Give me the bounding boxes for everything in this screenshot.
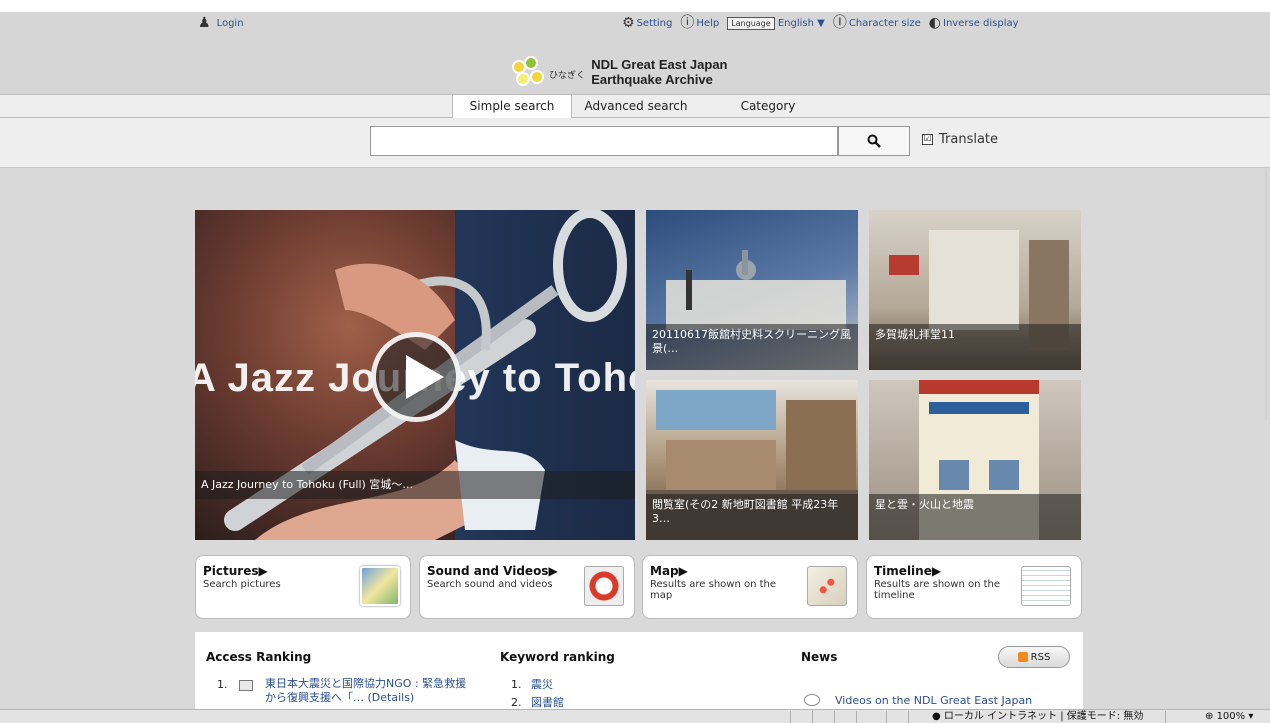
category-pictures[interactable]: Pictures▶ Search pictures	[195, 555, 411, 619]
zoom-icon: ⊕	[1205, 711, 1217, 722]
search-tabs: Simple search Advanced search Category	[0, 94, 1270, 119]
keyword-rank-number-2: 2.	[511, 696, 522, 709]
language-selector[interactable]: Language English ▼	[727, 16, 825, 30]
setting-label: Setting	[636, 17, 673, 29]
status-divider	[1165, 711, 1166, 723]
tab-category[interactable]: Category	[720, 95, 816, 117]
status-cell	[834, 711, 854, 723]
utility-links: ⚙ Setting ⓘ Help Language English ▼ Ⓘ Chara…	[622, 16, 1019, 30]
search-icon	[867, 134, 881, 148]
help-label: Help	[696, 17, 720, 29]
keyword-rank-link-2[interactable]: 図書館	[531, 696, 564, 710]
site-title-line2: Earthquake Archive	[591, 72, 713, 87]
status-cell	[790, 711, 810, 723]
site-title-line1: NDL Great East Japan	[591, 57, 728, 72]
zoom-control[interactable]: ⊕ 100% ▾	[1205, 710, 1253, 723]
search-bar: ☑ Translate	[0, 118, 1270, 168]
rankings-panel: Access Ranking 1. 東日本大震災と国際協力NGO : 緊急救援か…	[195, 632, 1083, 712]
help-icon: ⓘ	[680, 15, 695, 31]
hero-caption[interactable]: A Jazz Journey to Tohoku (Full) 宮城〜…	[195, 471, 635, 499]
status-cell	[812, 711, 832, 723]
category-timeline[interactable]: Timeline▶ Results are shown on the timel…	[866, 555, 1082, 619]
gear-icon: ⚙	[622, 15, 635, 31]
document-icon	[239, 680, 253, 691]
rss-label: RSS	[1030, 651, 1051, 663]
site-logo[interactable]: ひなぎく NDL Great East Japan Earthquake Arc…	[512, 56, 728, 88]
character-size-label: Character size	[848, 17, 921, 29]
user-icon: ♟	[198, 15, 211, 31]
news-link-1[interactable]: Videos on the NDL Great East Japan	[835, 694, 1032, 708]
language-box: Language	[727, 16, 775, 30]
featured-thumb-1[interactable]: 20110617飯舘村史料スクリーニング風景(…	[646, 210, 858, 370]
keyword-rank-link-1[interactable]: 震災	[531, 678, 553, 692]
thumb2-caption: 多賀城礼拝堂11	[869, 324, 1081, 370]
map-icon	[807, 566, 847, 606]
category-map[interactable]: Map▶ Results are shown on the map	[642, 555, 858, 619]
access-rank-number: 1.	[217, 678, 228, 691]
search-input[interactable]	[370, 126, 838, 156]
featured-thumb-4[interactable]: 星と雲・火山と地震	[869, 380, 1081, 540]
help-link[interactable]: ⓘ Help	[680, 16, 719, 30]
featured-thumb-2[interactable]: 多賀城礼拝堂11	[869, 210, 1081, 370]
hinagiku-label: ひなぎく	[549, 70, 586, 81]
translate-label: Translate	[939, 132, 999, 147]
zoom-level: 100%	[1216, 711, 1246, 722]
site-title: NDL Great East Japan Earthquake Archive	[591, 57, 727, 87]
translate-option[interactable]: ☑ Translate	[922, 132, 998, 147]
search-button[interactable]	[838, 126, 910, 156]
speech-bubble-icon	[804, 694, 820, 706]
category-sound-videos[interactable]: Sound and Videos▶ Search sound and video…	[419, 555, 635, 619]
featured-thumb-3[interactable]: 閲覧室(その2 新地町図書館 平成23年3…	[646, 380, 858, 540]
login-label: Login	[216, 17, 244, 29]
setting-link[interactable]: ⚙ Setting	[622, 16, 672, 30]
category-pictures-desc: Search pictures	[203, 579, 281, 590]
thumb4-caption: 星と雲・火山と地震	[869, 494, 1081, 540]
language-label: English ▼	[777, 17, 825, 29]
inverse-display-label: Inverse display	[943, 17, 1019, 29]
keyword-rank-number-1: 1.	[511, 678, 522, 691]
globe-icon: ●	[932, 711, 944, 722]
inverse-display-link[interactable]: ◐ Inverse display	[929, 16, 1019, 30]
pictures-icon	[360, 566, 400, 606]
access-ranking-heading: Access Ranking	[206, 650, 312, 664]
character-size-link[interactable]: Ⓘ Character size	[833, 16, 921, 30]
daisy-logo-icon	[512, 56, 546, 88]
security-zone-label: ローカル イントラネット | 保護モード: 無効	[943, 711, 1144, 722]
tab-advanced-search[interactable]: Advanced search	[572, 95, 700, 117]
timeline-icon	[1021, 566, 1071, 606]
rss-icon	[1017, 652, 1028, 662]
login-link[interactable]: ♟ Login	[198, 16, 244, 30]
status-cell	[886, 711, 906, 723]
video-icon	[584, 566, 624, 606]
access-rank-link[interactable]: 東日本大震災と国際協力NGO : 緊急救援から復興支援へ「… (Details)	[265, 677, 475, 705]
browser-status-bar: ● ローカル イントラネット | 保護モード: 無効 ⊕ 100% ▾	[0, 709, 1270, 723]
news-heading: News	[801, 650, 838, 664]
security-zone[interactable]: ● ローカル イントラネット | 保護モード: 無効	[932, 710, 1143, 723]
character-size-icon: Ⓘ	[832, 15, 847, 31]
play-icon[interactable]	[371, 332, 461, 422]
utility-bar: ♟ Login ⚙ Setting ⓘ Help Language English …	[0, 16, 1270, 36]
translate-checkbox[interactable]: ☑	[922, 134, 933, 145]
status-cell	[856, 711, 884, 723]
category-timeline-desc: Results are shown on the timeline	[874, 579, 1001, 601]
browser-top-strip	[0, 0, 1270, 12]
category-sound-videos-desc: Search sound and videos	[427, 579, 553, 590]
inverse-display-icon: ◐	[928, 15, 942, 31]
thumb3-caption: 閲覧室(その2 新地町図書館 平成23年3…	[646, 494, 858, 540]
rss-button[interactable]: RSS	[998, 646, 1070, 668]
thumb1-caption: 20110617飯舘村史料スクリーニング風景(…	[646, 324, 858, 370]
tab-simple-search[interactable]: Simple search	[452, 95, 572, 119]
status-cell	[908, 711, 928, 723]
scrollbar[interactable]	[1265, 170, 1267, 420]
featured-video[interactable]: A Jazz Journey to Tohoku A Jazz Journey …	[195, 210, 635, 540]
keyword-ranking-heading: Keyword ranking	[500, 650, 615, 664]
category-map-desc: Results are shown on the map	[650, 579, 777, 601]
